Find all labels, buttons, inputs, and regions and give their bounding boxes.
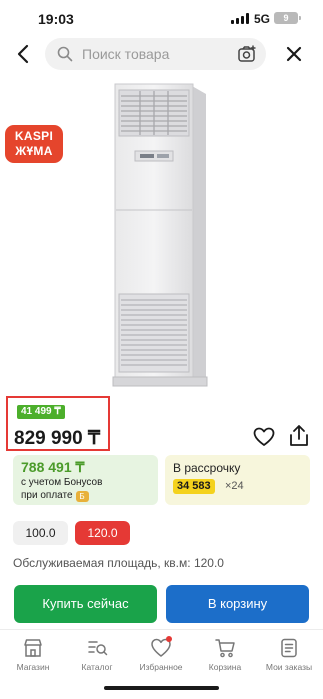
area-option-100[interactable]: 100.0 bbox=[13, 521, 68, 545]
search-input[interactable]: Поиск товара bbox=[82, 38, 169, 70]
nav-label-cart: Корзина bbox=[208, 662, 242, 672]
heart-icon bbox=[253, 427, 275, 446]
cart-icon bbox=[215, 639, 235, 658]
product-image[interactable] bbox=[0, 74, 323, 394]
add-to-cart-button[interactable]: В корзину bbox=[166, 585, 309, 623]
monthly-price-badge: 41 499 ₸ bbox=[17, 405, 65, 419]
bonus-text-line-2: при оплате Б bbox=[21, 489, 141, 502]
air-conditioner-image bbox=[112, 83, 208, 387]
share-button[interactable] bbox=[288, 424, 310, 448]
nav-item-store[interactable]: Магазин bbox=[1, 637, 65, 672]
product-price: 829 990 ₸ bbox=[14, 428, 101, 449]
bonus-price-card[interactable]: 788 491 ₸ с учетом Бонусов при оплате Б bbox=[13, 455, 158, 505]
search-bar[interactable]: Поиск товара bbox=[45, 38, 266, 70]
bonus-description: с учетом Бонусов при оплате Б bbox=[21, 476, 141, 502]
kaspi-zhuma-badge: KASPI ЖҰМА bbox=[5, 125, 63, 163]
nav-item-orders[interactable]: Мои заказы bbox=[257, 637, 321, 672]
share-icon bbox=[290, 425, 308, 446]
buy-now-button[interactable]: Купить сейчас bbox=[14, 585, 157, 623]
back-button[interactable] bbox=[12, 42, 36, 66]
chevron-left-icon bbox=[17, 44, 29, 64]
store-icon bbox=[24, 639, 42, 657]
bonus-price: 788 491 ₸ bbox=[21, 459, 85, 475]
nav-label-favorites: Избранное bbox=[139, 662, 183, 672]
badge-line-2: ЖҰМА bbox=[15, 144, 53, 158]
nav-item-cart[interactable]: Корзина bbox=[193, 637, 257, 672]
nav-item-favorites[interactable]: Избранное bbox=[129, 636, 193, 672]
search-icon bbox=[57, 46, 73, 62]
nav-label-catalog: Каталог bbox=[81, 662, 113, 672]
nav-label-store: Магазин bbox=[16, 662, 50, 672]
status-bar: 19:03 5G 9 bbox=[0, 0, 323, 36]
close-button[interactable] bbox=[282, 42, 306, 66]
home-indicator[interactable] bbox=[104, 686, 219, 690]
serviced-area-label: Обслуживаемая площадь, кв.м: 120.0 bbox=[13, 556, 224, 570]
installment-title: В рассрочку bbox=[173, 461, 241, 475]
battery-icon: 9 bbox=[274, 12, 301, 24]
nav-label-orders: Мои заказы bbox=[265, 662, 313, 672]
installment-amount: 34 583 bbox=[173, 479, 215, 494]
bonus-text-line-1: с учетом Бонусов bbox=[21, 477, 103, 488]
catalog-icon bbox=[88, 641, 108, 656]
price-box: 41 499 ₸ 829 990 ₸ bbox=[6, 396, 110, 451]
camera-search-icon[interactable] bbox=[237, 44, 257, 64]
nav-item-catalog[interactable]: Каталог bbox=[65, 637, 129, 672]
bonus-coin-icon: Б bbox=[75, 491, 89, 502]
orders-icon bbox=[281, 638, 297, 658]
bonus-text-line-2-label: при оплате bbox=[21, 490, 73, 501]
installment-months: ×24 bbox=[225, 480, 244, 492]
network-type: 5G bbox=[254, 12, 271, 26]
status-time: 19:03 bbox=[38, 11, 74, 27]
area-option-120[interactable]: 120.0 bbox=[75, 521, 130, 545]
notification-dot bbox=[166, 636, 172, 642]
signal-icon bbox=[231, 13, 249, 24]
installment-card[interactable]: В рассрочку 34 583 ×24 bbox=[165, 455, 310, 505]
close-icon bbox=[286, 46, 302, 62]
badge-line-1: KASPI bbox=[14, 129, 54, 143]
add-to-favorites-button[interactable] bbox=[253, 427, 275, 447]
